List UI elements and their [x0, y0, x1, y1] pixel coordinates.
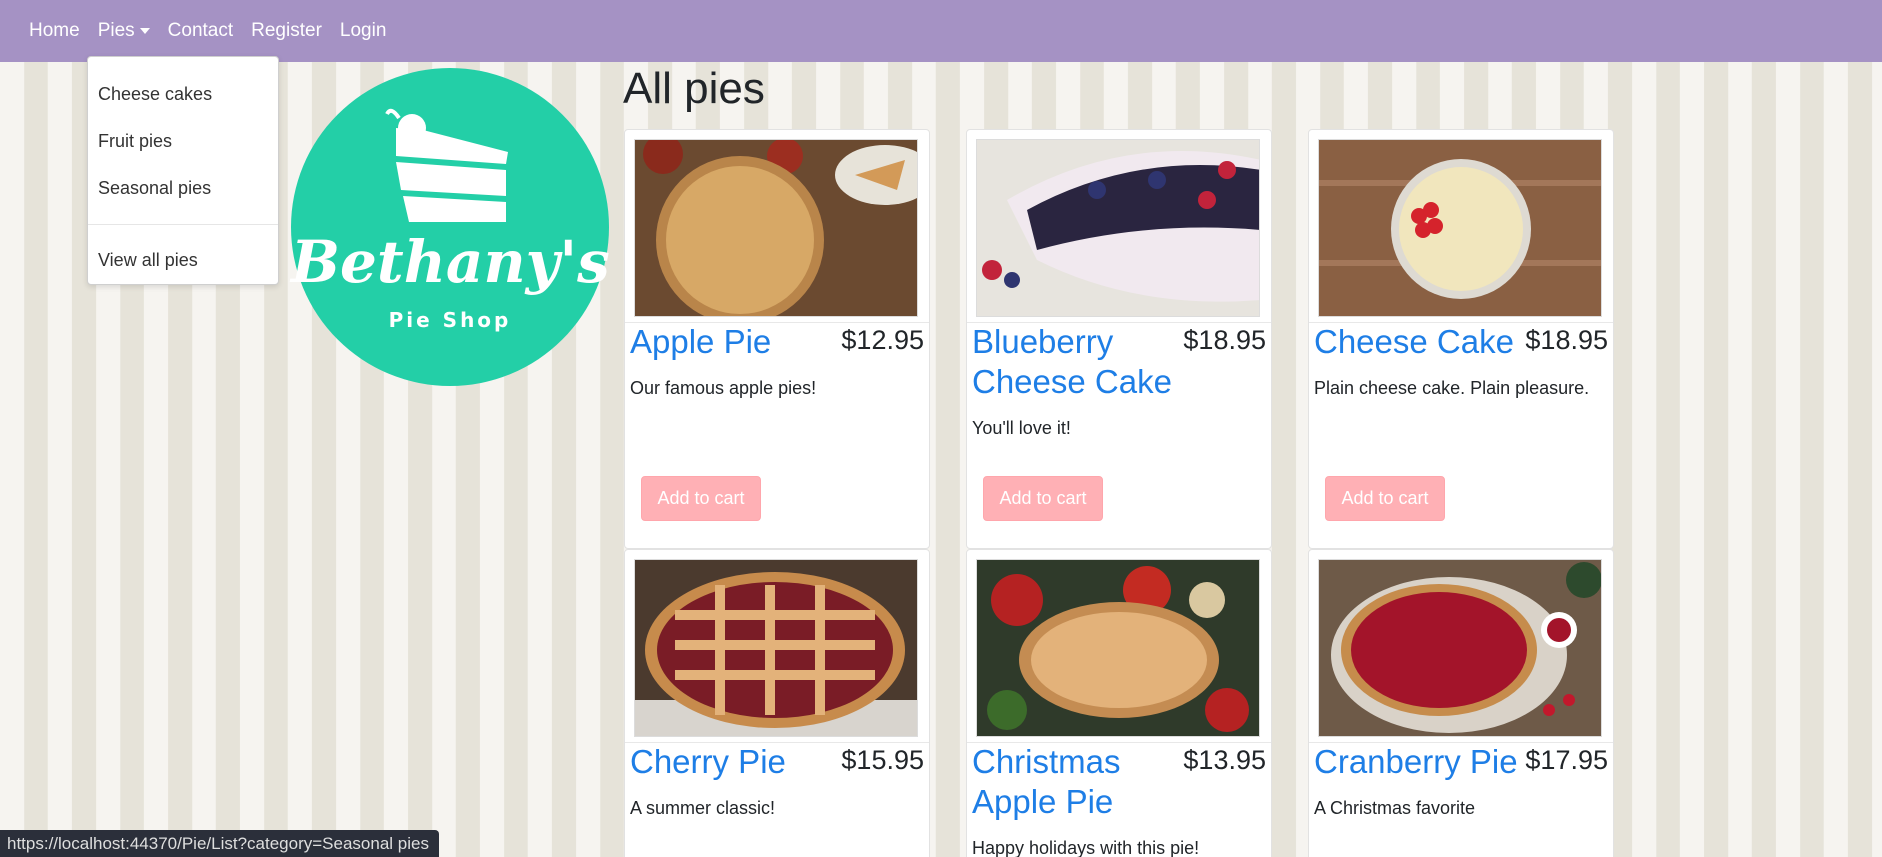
page-title: All pies [623, 64, 765, 113]
pie-description: Happy holidays with this pie! [972, 838, 1200, 857]
nav-pies-label: Pies [97, 20, 135, 41]
pie-price: $18.95 [1525, 325, 1608, 355]
pie-image-blueberry-cheese-cake[interactable] [976, 139, 1260, 317]
pie-name[interactable]: Christmas Apple Pie [972, 742, 1182, 822]
pie-name[interactable]: Cherry Pie [630, 742, 840, 782]
add-to-cart-button[interactable]: Add to cart [641, 476, 761, 521]
pie-image-christmas-apple[interactable] [976, 559, 1260, 737]
dropdown-item-seasonal-pies[interactable]: Seasonal pies [88, 165, 278, 212]
cake-slice-icon [385, 108, 508, 222]
pie-card-apple: Apple Pie $12.95 Our famous apple pies! … [624, 129, 930, 549]
pie-price: $17.95 [1525, 745, 1608, 775]
pie-description: You'll love it! [972, 418, 1071, 438]
pie-card-blueberry-cheese-cake: Blueberry Cheese Cake $18.95 You'll love… [966, 129, 1272, 549]
pie-price: $15.95 [841, 745, 924, 775]
dropdown-divider [88, 224, 278, 225]
shop-logo: Bethany's Pie Shop [291, 68, 610, 386]
add-to-cart-button[interactable]: Add to cart [1325, 476, 1445, 521]
pie-name[interactable]: Cheese Cake [1314, 322, 1524, 362]
pie-card-cherry: Cherry Pie $15.95 A summer classic! [624, 549, 930, 857]
browser-status-bar: https://localhost:44370/Pie/List?categor… [0, 830, 439, 857]
pie-image-cheese-cake[interactable] [1318, 139, 1602, 317]
nav-home[interactable]: Home [20, 20, 89, 42]
nav-pies-dropdown-toggle[interactable]: Pies [89, 20, 159, 42]
pie-image-cranberry[interactable] [1318, 559, 1602, 737]
pie-card-cheese-cake: Cheese Cake $18.95 Plain cheese cake. Pl… [1308, 129, 1614, 549]
dropdown-item-view-all[interactable]: View all pies [88, 237, 278, 284]
nav-contact[interactable]: Contact [159, 20, 242, 42]
pie-price: $18.95 [1183, 325, 1266, 355]
logo-subtitle: Pie Shop [388, 308, 512, 332]
pie-description: Our famous apple pies! [630, 378, 817, 398]
pie-price: $13.95 [1183, 745, 1266, 775]
dropdown-item-fruit-pies[interactable]: Fruit pies [88, 118, 278, 165]
caret-down-icon [139, 28, 150, 34]
pie-image-apple[interactable] [634, 139, 918, 317]
pie-price: $12.95 [841, 325, 924, 355]
pie-image-cherry[interactable] [634, 559, 918, 737]
pie-name[interactable]: Cranberry Pie [1314, 742, 1524, 782]
logo-title: Bethany's [291, 228, 610, 296]
add-to-cart-button[interactable]: Add to cart [983, 476, 1103, 521]
nav-login[interactable]: Login [331, 20, 396, 42]
dropdown-item-cheese-cakes[interactable]: Cheese cakes [88, 71, 278, 118]
pie-description: A summer classic! [630, 798, 776, 818]
nav-register[interactable]: Register [242, 20, 331, 42]
pie-name[interactable]: Blueberry Cheese Cake [972, 322, 1182, 402]
pie-name[interactable]: Apple Pie [630, 322, 840, 362]
top-navbar: Home Pies Contact Register Login [0, 0, 1882, 62]
pie-card-christmas-apple: Christmas Apple Pie $13.95 Happy holiday… [966, 549, 1272, 857]
pie-description: A Christmas favorite [1314, 798, 1476, 818]
pie-description: Plain cheese cake. Plain pleasure. [1314, 378, 1590, 398]
pies-dropdown-menu: Cheese cakes Fruit pies Seasonal pies Vi… [87, 56, 279, 285]
pie-card-cranberry: Cranberry Pie $17.95 A Christmas favorit… [1308, 549, 1614, 857]
